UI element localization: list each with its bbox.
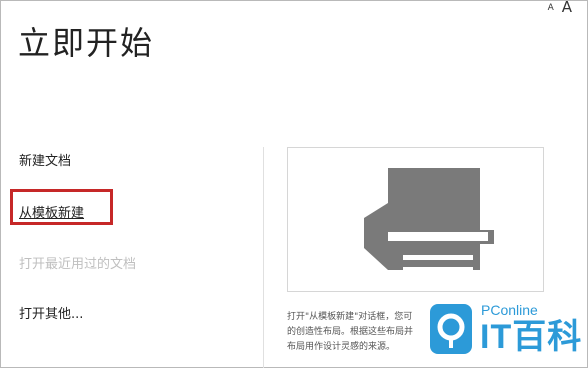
watermark-name: IT百科 [480,318,583,356]
panel-divider [263,147,264,368]
description-line-2: 的创造性布局。根据这些布局并 [287,327,414,337]
page-title: 立即开始 [18,24,155,62]
watermark-brand: PConline [481,302,538,318]
template-preview [287,147,544,292]
description-line-1: 打开"从模板新建"对话框，您可 [287,312,413,322]
font-size-controls: A A [548,0,572,15]
document-template-icon [364,168,494,272]
pconline-logo-icon [430,304,472,354]
highlight-annotation [10,189,113,225]
decrease-font-button[interactable]: A [548,2,554,14]
open-other-link[interactable]: 打开其他... [19,303,83,322]
new-document-link[interactable]: 新建文档 [19,150,71,169]
increase-font-button[interactable]: A [562,0,572,15]
description-line-3: 布局用作设计灵感的来源。 [287,342,396,352]
open-recent-link[interactable]: 打开最近用过的文档 [19,253,136,272]
